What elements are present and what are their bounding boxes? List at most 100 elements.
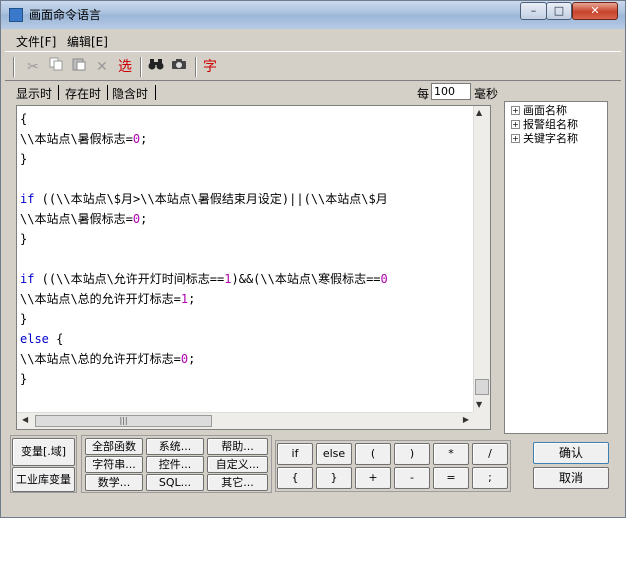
toolbar-separator: [195, 57, 197, 77]
vertical-scroll-thumb[interactable]: [475, 379, 489, 395]
tree-node-screen-names[interactable]: + 画面名称: [511, 104, 567, 118]
delete-icon[interactable]: ✕: [92, 57, 112, 77]
scroll-down-icon[interactable]: ▼: [476, 400, 482, 409]
code-line[interactable]: \\本站点\总的允许开灯标志=1;: [20, 289, 388, 309]
title-bar[interactable]: 画面命令语言 – □ ✕: [1, 1, 625, 29]
keypad-equals-button[interactable]: =: [433, 467, 469, 489]
expand-icon[interactable]: +: [511, 134, 520, 143]
interval-unit-label: 毫秒: [474, 87, 499, 101]
scrollbar-corner: [473, 412, 490, 429]
code-text: ;: [140, 132, 148, 146]
code-text: }: [20, 152, 28, 166]
code-keyword: if: [20, 272, 35, 286]
minimize-button[interactable]: –: [520, 2, 547, 20]
system-button[interactable]: 系统...: [146, 438, 204, 455]
interval-input[interactable]: 100: [431, 83, 471, 100]
toolbar-separator: [13, 57, 15, 77]
code-line[interactable]: {: [20, 109, 388, 129]
code-text: \\本站点\总的允许开灯标志=: [20, 292, 181, 306]
code-text: {: [20, 112, 28, 126]
code-keyword: else: [20, 332, 49, 346]
code-number: 1: [224, 272, 232, 286]
tab-separator: [107, 85, 108, 100]
control-button[interactable]: 控件...: [146, 456, 204, 473]
code-line[interactable]: else {: [20, 329, 388, 349]
expand-icon[interactable]: +: [511, 106, 520, 115]
code-text: )&&(\\本站点\寒假标志==: [231, 272, 381, 286]
scroll-up-icon[interactable]: ▲: [476, 108, 482, 117]
tree-node-alarm-groups[interactable]: + 报警组名称: [511, 118, 578, 132]
help-button[interactable]: 帮助...: [207, 438, 268, 455]
tab-show[interactable]: 显示时: [16, 85, 52, 102]
tab-separator: [58, 85, 59, 100]
tab-separator: [155, 85, 156, 100]
tab-exist[interactable]: 存在时: [65, 85, 101, 102]
select-button[interactable]: 选: [115, 57, 135, 77]
toolbar-separator: [140, 57, 142, 77]
keypad-semicolon-button[interactable]: ;: [472, 467, 508, 489]
cancel-button[interactable]: 取消: [533, 467, 609, 489]
keypad-else-button[interactable]: else: [316, 443, 352, 465]
replace-icon[interactable]: [169, 57, 189, 77]
keypad-multiply-button[interactable]: *: [433, 443, 469, 465]
expand-icon[interactable]: +: [511, 120, 520, 129]
keypad-close-paren-button[interactable]: ): [394, 443, 430, 465]
tab-hidden[interactable]: 隐含时: [112, 85, 148, 102]
code-text: \\本站点\暑假标志=: [20, 132, 133, 146]
code-line[interactable]: }: [20, 149, 388, 169]
code-line[interactable]: \\本站点\总的允许开灯标志=0;: [20, 349, 388, 369]
other-button[interactable]: 其它...: [207, 474, 268, 491]
horizontal-scroll-thumb[interactable]: |||: [35, 415, 212, 427]
keypad-minus-button[interactable]: -: [394, 467, 430, 489]
menu-edit[interactable]: 编辑[E]: [67, 33, 108, 50]
keypad-open-brace-button[interactable]: {: [277, 467, 313, 489]
sql-button[interactable]: SQL...: [146, 474, 204, 491]
code-line[interactable]: if ((\\本站点\允许开灯时间标志==1)&&(\\本站点\寒假标志==0: [20, 269, 388, 289]
menu-bar: 文件[F] 编辑[E]: [5, 30, 621, 50]
code-editor[interactable]: { \\本站点\暑假标志=0;} if ((\\本站点\$月>\\本站点\暑假结束…: [16, 105, 491, 430]
code-line[interactable]: \\本站点\暑假标志=0;: [20, 129, 388, 149]
copy-icon[interactable]: [46, 57, 66, 77]
paste-icon[interactable]: [69, 57, 89, 77]
toolbar: ✂ ✕ 选 字: [5, 51, 621, 81]
code-line[interactable]: \\本站点\暑假标志=0;: [20, 209, 388, 229]
code-text: }: [20, 312, 28, 326]
menu-file[interactable]: 文件[F]: [16, 33, 56, 50]
keypad-close-brace-button[interactable]: }: [316, 467, 352, 489]
keypad-if-button[interactable]: if: [277, 443, 313, 465]
string-button[interactable]: 字符串...: [85, 456, 143, 473]
code-line[interactable]: }: [20, 369, 388, 389]
math-button[interactable]: 数学...: [85, 474, 143, 491]
variable-button[interactable]: 变量[.域]: [12, 438, 75, 466]
scissors-icon[interactable]: ✂: [23, 57, 43, 77]
scroll-right-icon[interactable]: ▶: [463, 415, 469, 424]
horizontal-scrollbar[interactable]: ◀ ||| ▶: [17, 412, 473, 429]
maximize-button[interactable]: □: [546, 2, 572, 20]
keypad-plus-button[interactable]: +: [355, 467, 391, 489]
library-variable-button[interactable]: 工业库变量: [12, 467, 75, 492]
custom-button[interactable]: 自定义...: [207, 456, 268, 473]
scroll-left-icon[interactable]: ◀: [22, 415, 28, 424]
keypad-divide-button[interactable]: /: [472, 443, 508, 465]
code-text: }: [20, 232, 28, 246]
dialog-window: 画面命令语言 – □ ✕ 文件[F] 编辑[E] ✂ ✕ 选 字 显示时 存在时…: [0, 0, 626, 518]
tree-node-keywords[interactable]: + 关键字名称: [511, 132, 578, 146]
tree-node-label: 报警组名称: [523, 118, 578, 131]
keypad-open-paren-button[interactable]: (: [355, 443, 391, 465]
close-button[interactable]: ✕: [572, 2, 618, 20]
code-text: ((\\本站点\允许开灯时间标志==: [34, 272, 225, 286]
code-content[interactable]: { \\本站点\暑假标志=0;} if ((\\本站点\$月>\\本站点\暑假结束…: [20, 109, 388, 389]
code-line[interactable]: }: [20, 229, 388, 249]
tree-node-label: 关键字名称: [523, 132, 578, 145]
code-line[interactable]: [20, 249, 388, 269]
code-line[interactable]: if ((\\本站点\$月>\\本站点\暑假结束月设定)||(\\本站点\$月: [20, 189, 388, 209]
font-button[interactable]: 字: [200, 57, 220, 77]
code-line[interactable]: }: [20, 309, 388, 329]
vertical-scrollbar[interactable]: ▲ ▼: [473, 106, 490, 412]
name-tree: + 画面名称 + 报警组名称 + 关键字名称: [504, 101, 608, 434]
confirm-button[interactable]: 确认: [533, 442, 609, 464]
all-functions-button[interactable]: 全部函数: [85, 438, 143, 455]
binoculars-icon[interactable]: [146, 57, 166, 77]
code-line[interactable]: [20, 169, 388, 189]
interval-label: 每: [417, 87, 430, 101]
